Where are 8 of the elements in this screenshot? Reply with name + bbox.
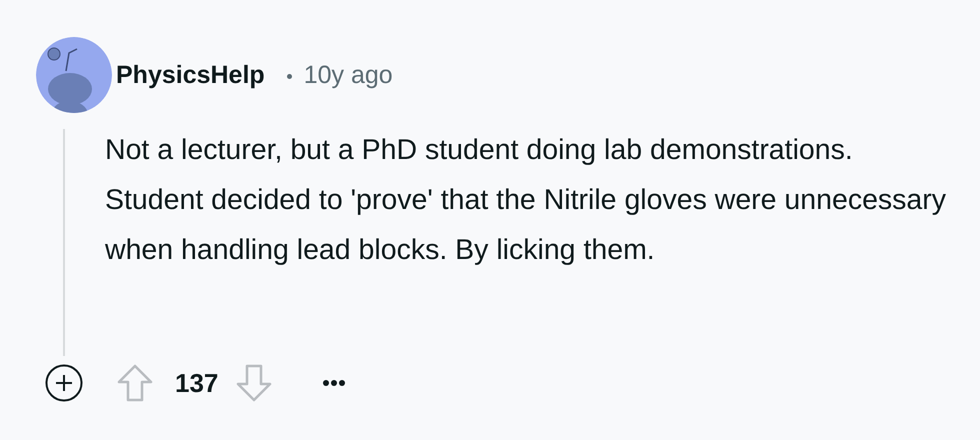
- expand-plus-icon[interactable]: [45, 364, 83, 402]
- username[interactable]: PhysicsHelp: [116, 60, 265, 90]
- comment-text: Not a lecturer, but a PhD student doing lab demonstrations. Student decided to 'prove' that the Nitrile gloves were unnecessary when handling lead blocks. By licking them.: [105, 133, 948, 268]
- separator-dot-icon: [286, 74, 292, 78]
- vote-count: 137: [175, 368, 218, 398]
- timestamp: 10y ago: [304, 60, 393, 90]
- more-options-icon[interactable]: [322, 379, 346, 387]
- avatar-icon[interactable]: [36, 37, 112, 113]
